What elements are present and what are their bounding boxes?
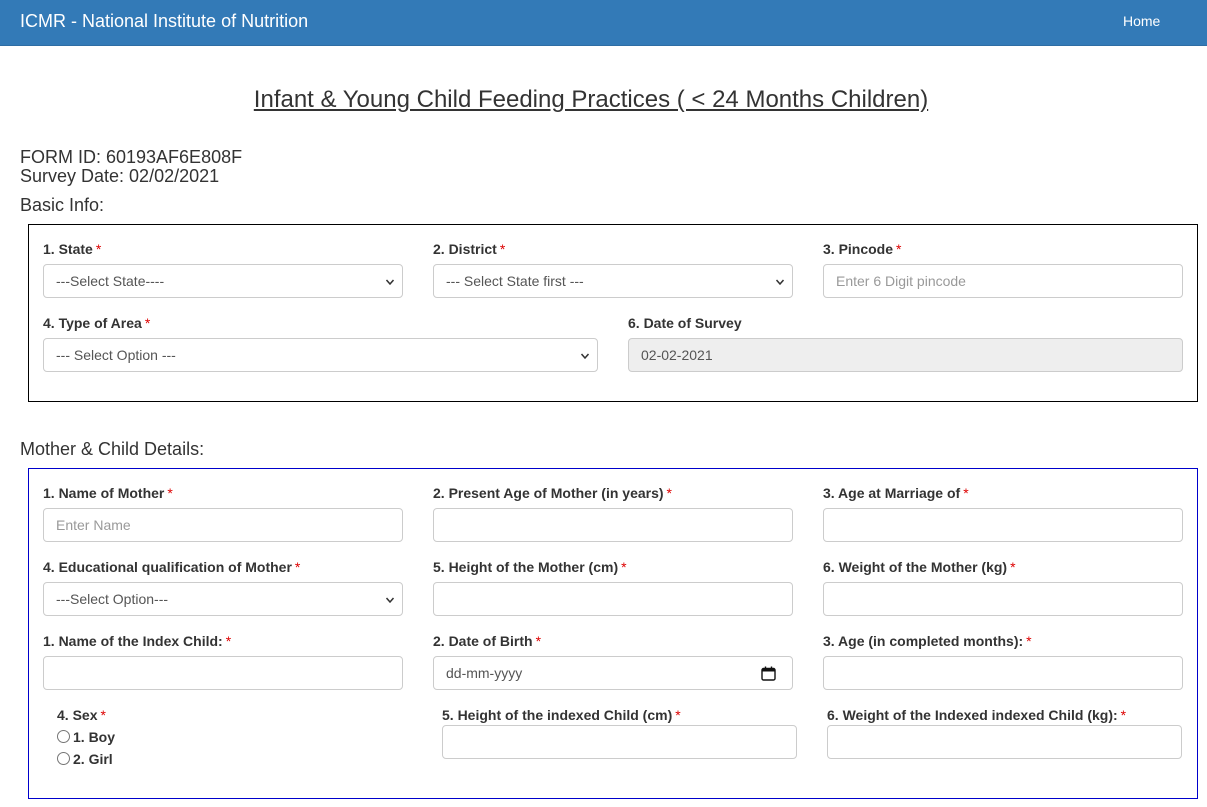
area-type-label: 4. Type of Area *	[43, 315, 151, 331]
basic-info-panel	[28, 224, 1198, 402]
area-type-select-value: --- Select Option ---	[56, 347, 176, 363]
mother-weight-label: 6. Weight of the Mother (kg) *	[823, 559, 1016, 575]
education-label: 4. Educational qualification of Mother *	[43, 559, 301, 575]
marriage-age-input[interactable]	[823, 508, 1183, 542]
required-mark: *	[675, 707, 681, 723]
dob-label: 2. Date of Birth *	[433, 633, 542, 649]
state-label: 1. State *	[43, 241, 102, 257]
child-name-input[interactable]	[43, 656, 403, 690]
required-mark: *	[896, 241, 902, 257]
pincode-label: 3. Pincode *	[823, 241, 902, 257]
mother-name-input[interactable]: Enter Name	[43, 508, 403, 542]
required-mark: *	[499, 241, 506, 257]
required-mark: *	[167, 485, 173, 501]
child-height-label: 5. Height of the indexed Child (cm) *	[442, 707, 681, 723]
mother-weight-input[interactable]	[823, 582, 1183, 616]
page-title: Infant & Young Child Feeding Practices (…	[253, 86, 929, 113]
pincode-input[interactable]: Enter 6 Digit pincode	[823, 264, 1183, 298]
required-mark: *	[1026, 633, 1032, 649]
required-mark: *	[100, 707, 106, 723]
sex-option-boy[interactable]: 1. Boy	[57, 729, 115, 745]
required-mark: *	[225, 633, 232, 649]
basic-info-heading: Basic Info:	[20, 195, 105, 215]
survey-date-label: 6. Date of Survey	[628, 315, 742, 331]
required-mark: *	[535, 633, 542, 649]
survey-date: Survey Date: 02/02/2021	[20, 166, 220, 186]
child-name-label: 1. Name of the Index Child: *	[43, 633, 232, 649]
child-weight-input[interactable]	[827, 725, 1182, 759]
radio-button[interactable]	[57, 752, 70, 765]
required-mark: *	[963, 485, 969, 501]
mother-height-label: 5. Height of the Mother (cm) *	[433, 559, 627, 575]
education-select[interactable]: ---Select Option---	[43, 582, 403, 616]
mother-height-input[interactable]	[433, 582, 793, 616]
home-link[interactable]: Home	[1123, 13, 1160, 29]
required-mark: *	[1120, 707, 1127, 723]
state-select[interactable]: ---Select State----	[43, 264, 403, 298]
survey-date-input: 02-02-2021	[628, 338, 1183, 372]
chevron-down-icon	[776, 279, 784, 286]
chevron-down-icon	[386, 279, 394, 286]
dob-placeholder: dd-mm-yyyy	[446, 665, 523, 681]
mother-age-input[interactable]	[433, 508, 793, 542]
area-type-select[interactable]: --- Select Option ---	[43, 338, 598, 372]
district-select-value: --- Select State first ---	[446, 273, 584, 289]
navbar: ICMR - National Institute of Nutrition H…	[0, 0, 1207, 46]
radio-button[interactable]	[57, 730, 70, 743]
chevron-down-icon	[386, 597, 394, 604]
sex-option-girl[interactable]: 2. Girl	[57, 751, 113, 767]
brand-link[interactable]: ICMR - National Institute of Nutrition	[20, 11, 308, 31]
child-weight-label: 6. Weight of the Indexed indexed Child (…	[827, 707, 1127, 723]
mother-name-label: 1. Name of Mother *	[43, 485, 173, 501]
dob-input[interactable]: dd-mm-yyyy	[433, 656, 793, 690]
marriage-age-label: 3. Age at Marriage of *	[823, 485, 969, 501]
required-mark: *	[1010, 559, 1016, 575]
district-label: 2. District *	[433, 241, 506, 257]
state-select-value: ---Select State----	[56, 273, 165, 289]
child-age-input[interactable]	[823, 656, 1183, 690]
education-select-value: ---Select Option---	[56, 591, 169, 607]
required-mark: *	[95, 241, 102, 257]
child-height-input[interactable]	[442, 725, 797, 759]
child-age-label: 3. Age (in completed months): *	[823, 633, 1032, 649]
required-mark: *	[666, 485, 672, 501]
form-id: FORM ID: 60193AF6E808F	[20, 147, 243, 167]
required-mark: *	[294, 559, 301, 575]
required-mark: *	[144, 315, 151, 331]
mother-child-heading: Mother & Child Details:	[20, 439, 205, 459]
mother-age-label: 2. Present Age of Mother (in years) *	[433, 485, 672, 501]
calendar-icon[interactable]	[761, 666, 776, 681]
sex-label: 4. Sex *	[57, 707, 106, 723]
chevron-down-icon	[581, 353, 589, 360]
required-mark: *	[621, 559, 627, 575]
district-select[interactable]: --- Select State first ---	[433, 264, 793, 298]
